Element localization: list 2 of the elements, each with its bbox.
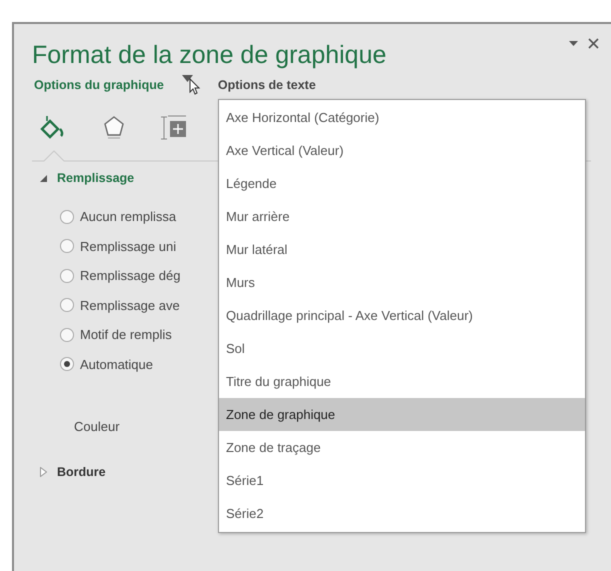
- pane-title: Format de la zone de graphique: [32, 40, 386, 71]
- field-label: Couleur: [74, 418, 120, 436]
